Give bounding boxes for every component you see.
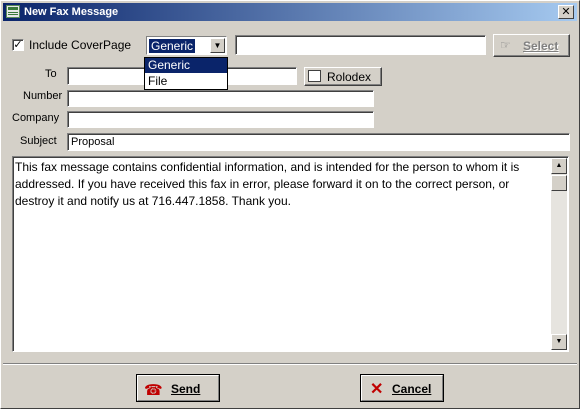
separator [3,363,577,365]
to-label: To [45,68,57,80]
include-coverpage-checkbox[interactable]: ✓ [12,39,24,51]
chevron-down-icon[interactable]: ▼ [210,38,225,53]
company-input[interactable] [67,111,374,128]
number-input[interactable] [67,90,374,107]
coverpage-dropdown-list: Generic File [144,57,228,90]
coverpage-combo[interactable]: Generic ▼ [146,36,227,55]
window-title: New Fax Message [24,6,119,18]
message-scrollbar[interactable]: ▲ ▼ [551,158,567,350]
message-body[interactable]: This fax message contains confidential i… [12,156,569,352]
pointer-icon: ☞ [500,38,511,52]
telephone-icon: ☎ [144,382,163,399]
subject-input[interactable]: Proposal [67,133,570,151]
select-button[interactable]: ☞ Select [493,34,570,57]
send-button-label: Send [171,382,201,396]
dropdown-option-file[interactable]: File [145,74,227,89]
scroll-down-icon[interactable]: ▼ [551,334,567,350]
dropdown-option-label: Generic [148,58,191,72]
dropdown-option-generic[interactable]: Generic [145,58,227,73]
close-button[interactable]: ✕ [558,5,574,19]
dropdown-option-label: File [148,74,168,88]
x-icon: ✕ [370,381,384,398]
coverpage-file-input[interactable] [235,35,486,55]
title-bar[interactable]: New Fax Message ✕ [3,3,577,21]
number-label: Number [23,90,63,102]
subject-label: Subject [20,135,57,147]
include-coverpage-label: Include CoverPage [29,38,132,52]
rolodex-button[interactable]: Rolodex [304,67,382,86]
cancel-button-face: ✕ Cancel [361,375,443,401]
company-label: Company [12,112,60,124]
scroll-up-icon[interactable]: ▲ [551,158,567,174]
send-button[interactable]: ☎ Send [136,374,220,402]
scroll-thumb[interactable] [551,175,567,191]
cancel-button[interactable]: ✕ Cancel [360,374,444,402]
subject-value: Proposal [71,136,115,148]
coverpage-combo-text: Generic [149,39,196,53]
rolodex-icon [308,70,321,82]
fax-window-icon [6,5,20,18]
send-button-face: ☎ Send [137,375,219,401]
fax-dialog: New Fax Message ✕ ✓ Include CoverPage Ge… [0,0,580,409]
rolodex-button-label: Rolodex [327,70,372,84]
cancel-button-label: Cancel [392,382,432,396]
message-text: This fax message contains confidential i… [15,160,520,208]
select-button-label: Select [523,39,559,53]
